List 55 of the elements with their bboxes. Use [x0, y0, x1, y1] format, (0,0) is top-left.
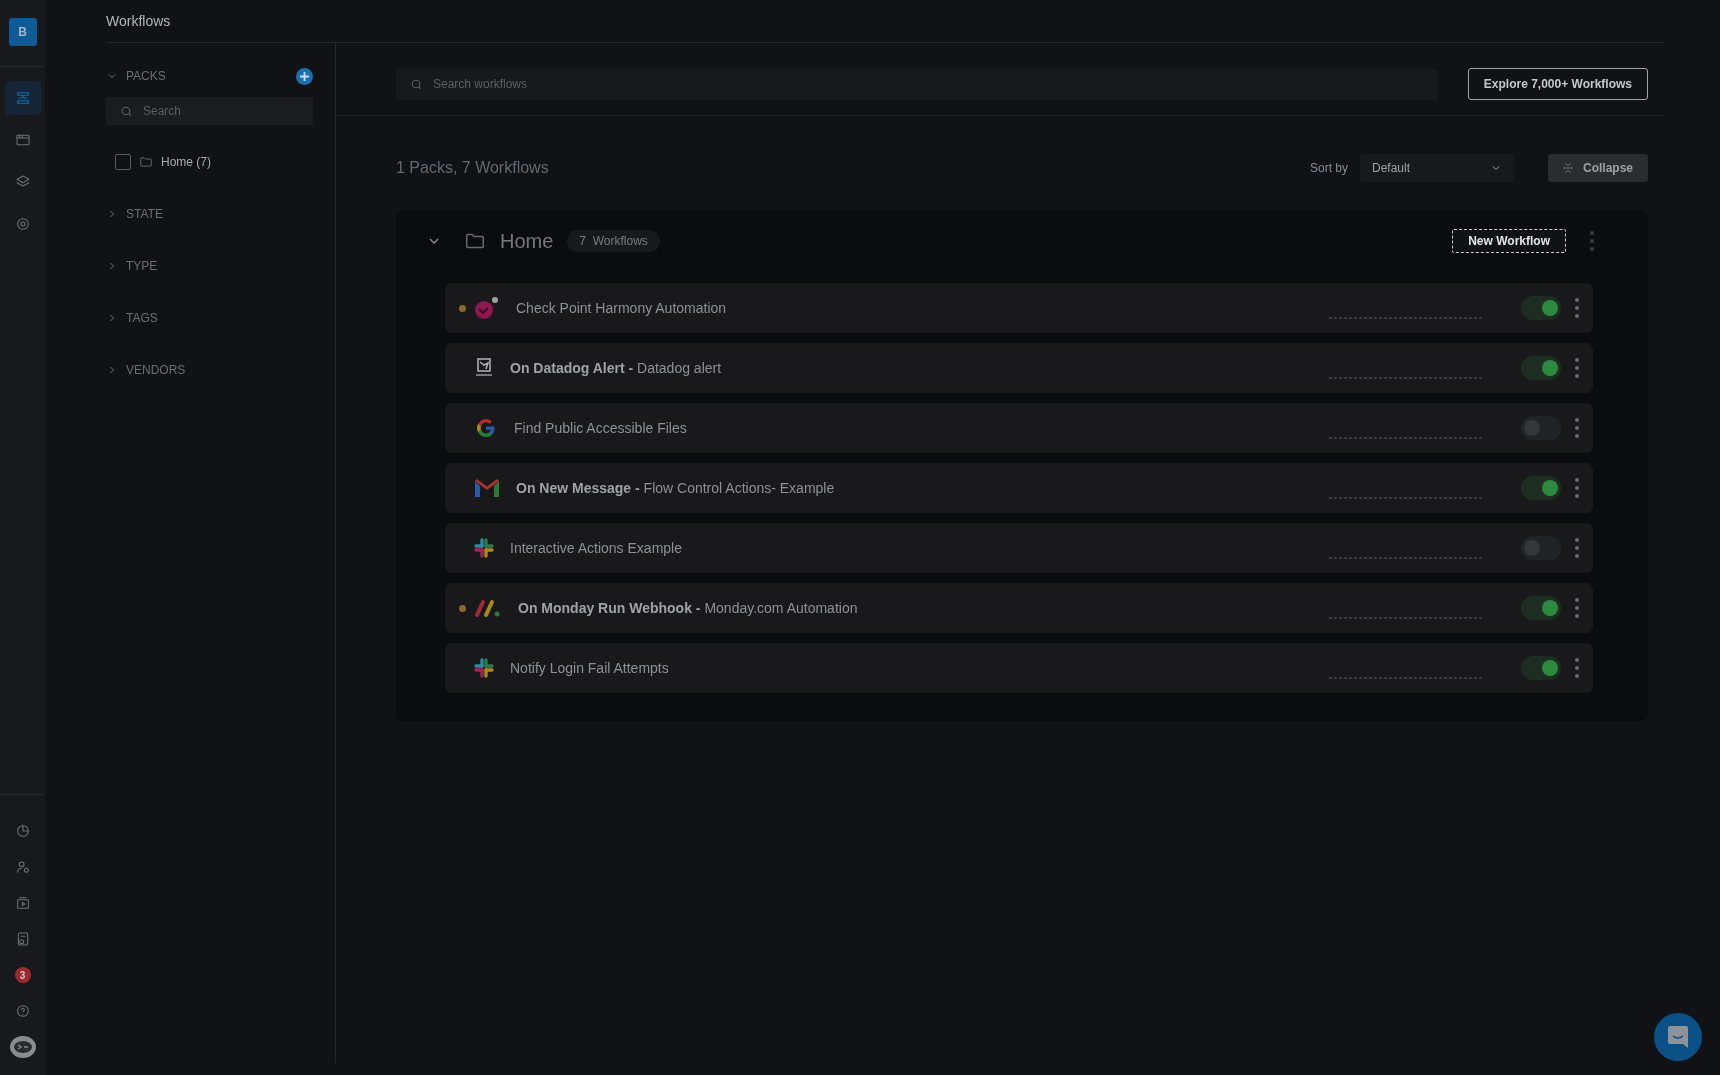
pack-label[interactable]: Home (7)	[161, 155, 211, 169]
workflow-title: On Monday Run Webhook - Monday.com Automation	[518, 600, 859, 616]
filter-heading[interactable]: VENDORS	[126, 363, 335, 377]
search-icon	[120, 104, 133, 118]
hash-logo-icon	[474, 538, 494, 558]
workflow-title: Interactive Actions Example	[510, 540, 683, 556]
workflow-title: Find Public Accessible Files	[514, 420, 688, 436]
pack-search-field[interactable]: Search	[106, 97, 313, 125]
workflow-title: Notify Login Fail Attempts	[510, 660, 670, 676]
page-title: Workflows	[106, 13, 171, 29]
sort-label: Sort by	[1310, 161, 1348, 175]
plus-icon	[300, 71, 309, 81]
chat-button[interactable]	[1654, 1013, 1702, 1061]
folder-icon	[139, 155, 153, 169]
workflow-title: On New Message - Flow Control Actions- Example	[516, 480, 836, 496]
ball-logo-icon	[474, 296, 500, 320]
filter-heading: PACKS	[126, 69, 167, 83]
pack-name: Home	[500, 229, 554, 253]
sort-dropdown[interactable]: Default	[1360, 154, 1514, 182]
workflow-row[interactable]: Interactive Actions Example	[445, 523, 1593, 573]
filter-heading[interactable]: STATE	[126, 207, 335, 221]
workflow-row[interactable]: Find Public Accessible Files	[445, 403, 1593, 453]
hash-logo-icon	[474, 658, 494, 678]
enable-toggle[interactable]	[1521, 596, 1561, 620]
workflow-row[interactable]: On New Message - Flow Control Actions- Example	[445, 463, 1593, 513]
workflow-row[interactable]: On Monday Run Webhook - Monday.com Automation	[445, 583, 1593, 633]
strokes-logo-icon	[474, 598, 502, 618]
workflow-row[interactable]: Check Point Harmony Automation	[445, 283, 1593, 333]
enable-toggle[interactable]	[1521, 356, 1561, 380]
workflows-icon[interactable]	[4, 81, 41, 115]
enable-toggle[interactable]	[1521, 296, 1561, 320]
filter-heading[interactable]: TAGS	[126, 311, 335, 325]
search-icon	[410, 77, 423, 91]
workspace-avatar[interactable]: B	[8, 18, 37, 46]
add-button[interactable]	[296, 67, 313, 85]
checkbox[interactable]	[115, 154, 131, 170]
enable-toggle[interactable]	[1521, 656, 1561, 680]
workflow-title: On Datadog Alert - Datadog alert	[510, 360, 723, 376]
enable-toggle[interactable]	[1521, 536, 1561, 560]
enable-toggle[interactable]	[1521, 476, 1561, 500]
collapse-icon	[1563, 162, 1573, 174]
workflow-row[interactable]: On Datadog Alert - Datadog alert	[445, 343, 1593, 393]
filter-heading[interactable]: TYPE	[126, 259, 335, 273]
notification-badge[interactable]: 3	[4, 961, 41, 989]
collapse-button[interactable]: Collapse	[1548, 154, 1648, 182]
explore-button[interactable]: Explore 7,000+ Workflows	[1467, 68, 1648, 100]
chat-bubble-icon	[1667, 1025, 1689, 1049]
summary-text: 1 Packs, 7 Workflows	[396, 159, 550, 177]
workflow-row[interactable]: Notify Login Fail Attempts	[445, 643, 1593, 693]
new-workflow-button[interactable]: New Workflow	[1452, 229, 1566, 253]
enable-toggle[interactable]	[1521, 416, 1561, 440]
workflow-title: Check Point Harmony Automation	[516, 300, 728, 316]
workflow-count: 7 Workflows	[567, 230, 660, 252]
envelope-m-icon	[474, 478, 500, 498]
search-field[interactable]: Search workflows	[396, 68, 1438, 100]
